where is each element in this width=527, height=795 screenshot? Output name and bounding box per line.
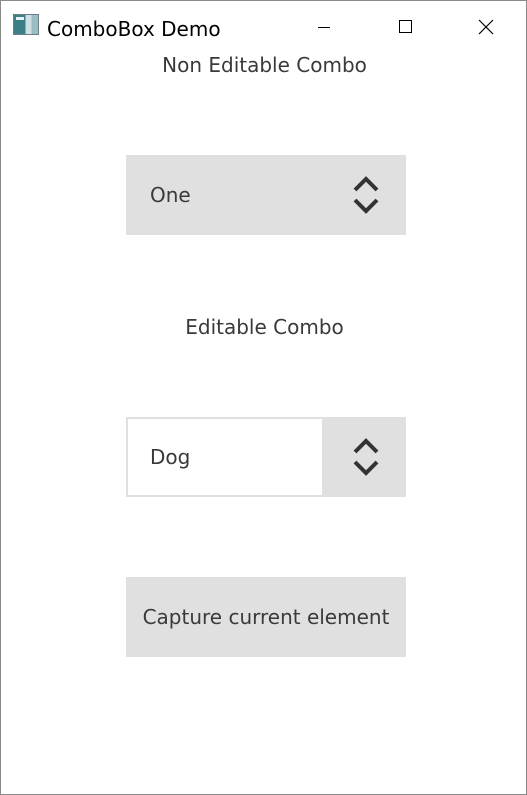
editable-combo: Dog — [126, 417, 406, 497]
app-icon — [13, 14, 39, 35]
editable-combo-value: Dog — [150, 445, 191, 469]
capture-current-element-button[interactable]: Capture current element — [126, 577, 406, 657]
editable-combo-dropdown-button[interactable] — [324, 417, 406, 497]
non-editable-combo-value: One — [150, 183, 191, 207]
editable-combo-label: Editable Combo — [185, 315, 344, 339]
title-bar[interactable]: ComboBox Demo — [1, 1, 526, 41]
close-icon[interactable] — [463, 9, 509, 45]
chevron-up-down-icon — [353, 176, 379, 214]
non-editable-combo[interactable]: One — [126, 155, 406, 235]
non-editable-combo-label: Non Editable Combo — [162, 53, 367, 77]
window-title: ComboBox Demo — [47, 17, 221, 41]
maximize-icon[interactable] — [383, 9, 429, 45]
minimize-icon[interactable] — [300, 9, 346, 45]
chevron-up-down-icon — [353, 438, 379, 476]
app-window: ComboBox Demo Non Editable Combo One Edi… — [0, 0, 527, 795]
editable-combo-input[interactable]: Dog — [126, 417, 324, 497]
